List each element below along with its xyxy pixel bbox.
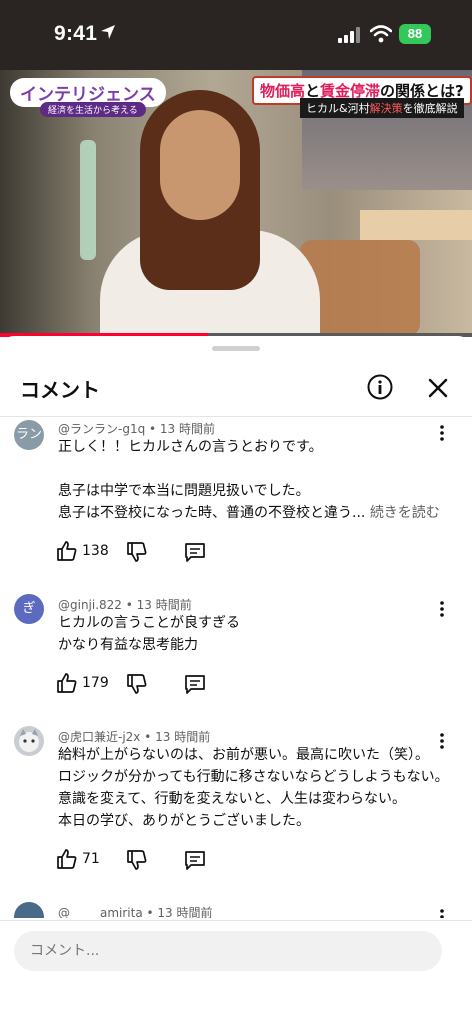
headline-text-1: 物価高: [260, 82, 306, 100]
comment-actions: 138: [56, 540, 356, 564]
comment-text: 給料が上がらないのは、お前が悪い。最高に吹いた（笑）。 ロジックが分かっても行動…: [58, 747, 449, 829]
more-options-icon[interactable]: [436, 908, 448, 918]
cat-avatar-icon: [19, 729, 39, 752]
thumbs-up-icon[interactable]: [56, 848, 78, 870]
video-light: [80, 140, 96, 260]
status-time: 9:41: [54, 22, 98, 45]
reply-icon[interactable]: [184, 673, 206, 695]
show-logo-subtitle: 経済を生活から考える: [40, 102, 146, 117]
sheet-grab-handle[interactable]: [212, 346, 260, 351]
reply-icon[interactable]: [184, 849, 206, 871]
comment-time: 13 時間前: [157, 906, 213, 918]
avatar-initials: ぎ: [22, 601, 36, 616]
avatar[interactable]: [14, 902, 44, 918]
comment-author[interactable]: @_____amirita: [58, 906, 143, 918]
comment-author[interactable]: @ランラン-g1q: [58, 422, 145, 436]
comment-list[interactable]: ラン @ランラン-g1q • 13 時間前 正しく！！ヒカルさんの言うとおりです…: [0, 418, 472, 918]
close-icon[interactable]: [426, 376, 450, 400]
avatar[interactable]: ラン: [14, 420, 44, 450]
thumbs-up-icon[interactable]: [56, 672, 78, 694]
status-bar: 9:41 88: [0, 0, 472, 70]
like-count: 179: [82, 675, 109, 691]
like-count: 71: [82, 851, 100, 867]
video-table: [360, 210, 472, 240]
sheet-title: コメント: [20, 378, 100, 402]
video-person-face: [160, 110, 240, 220]
cellular-signal-icon: [338, 27, 360, 43]
reply-icon[interactable]: [184, 541, 206, 563]
subline-text-3: を徹底解説: [402, 102, 458, 115]
thumbs-down-icon[interactable]: [126, 849, 148, 871]
comment-author[interactable]: @虎口兼近-j2x: [58, 730, 140, 744]
subline-text-2: 解決策: [369, 102, 403, 115]
battery-indicator: 88: [399, 24, 431, 44]
comment-input-bar: [0, 920, 472, 1025]
comment-text: ヒカルの言うことが良すぎる かなり有益な思考能力: [58, 615, 240, 653]
like-count: 138: [82, 543, 109, 559]
avatar-initials: ラン: [15, 427, 42, 442]
video-player[interactable]: インテリジェンス 経済を生活から考える 物価高と賃金停滞の関係とは? ヒカル&河…: [0, 70, 472, 336]
info-icon[interactable]: [367, 374, 393, 400]
wifi-icon: [370, 25, 392, 43]
avatar[interactable]: [14, 726, 44, 756]
sheet-divider: [0, 416, 472, 417]
location-arrow-icon: [101, 25, 115, 39]
comment-meta: @ランラン-g1q • 13 時間前: [58, 422, 216, 436]
comment-text: 正しく！！ヒカルさんの言うとおりです。 息子は中学で本当に問題児扱いでした。 息…: [58, 436, 440, 524]
battery-level: 88: [407, 26, 423, 41]
read-more-link[interactable]: 続きを読む: [370, 505, 440, 521]
more-options-icon[interactable]: [436, 600, 448, 618]
comment-time: 13 時間前: [159, 422, 216, 436]
comment-time: 13 時間前: [155, 730, 211, 744]
video-subline: ヒカル&河村解決策を徹底解説: [300, 98, 464, 118]
thumbs-down-icon[interactable]: [126, 673, 148, 695]
comment-input[interactable]: [14, 931, 442, 971]
comment-author[interactable]: @ginji.822: [58, 598, 122, 612]
comment-actions: 179: [56, 672, 356, 696]
comment-meta: @_____amirita • 13 時間前: [58, 906, 213, 918]
thumbs-down-icon[interactable]: [126, 541, 148, 563]
comment-meta: @ginji.822 • 13 時間前: [58, 598, 192, 612]
thumbs-up-icon[interactable]: [56, 540, 78, 562]
subline-text-1: ヒカル&河村: [306, 102, 370, 115]
comment-time: 13 時間前: [136, 598, 192, 612]
avatar[interactable]: ぎ: [14, 594, 44, 624]
comment-meta: @虎口兼近-j2x • 13 時間前: [58, 730, 211, 744]
comment-actions: 71: [56, 848, 356, 872]
comment-body: 正しく！！ヒカルさんの言うとおりです。 息子は中学で本当に問題児扱いでした。 息…: [58, 439, 366, 521]
